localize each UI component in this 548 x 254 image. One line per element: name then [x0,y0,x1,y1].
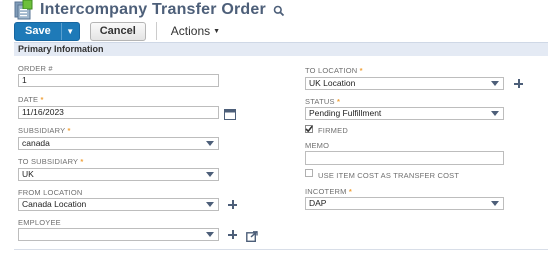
transfer-order-icon [14,0,34,20]
chevron-down-icon [206,141,214,146]
from-location-label: FROM LOCATION [18,188,83,197]
order-number-input[interactable]: 1 [18,74,219,87]
subsidiary-select[interactable]: canada [18,137,219,150]
add-to-location-icon[interactable] [514,79,523,88]
subsidiary-label: SUBSIDIARY * [18,126,71,135]
chevron-down-icon [491,81,499,86]
actions-label: Actions [170,24,211,38]
to-location-value: UK Location [309,78,356,88]
section-title: Primary Information [18,44,104,54]
incoterm-select[interactable]: DAP [305,197,504,210]
caret-down-icon: ▼ [213,27,221,35]
cancel-button[interactable]: Cancel [89,21,146,41]
chevron-down-icon [491,111,499,116]
to-subsidiary-label: TO SUBSIDIARY * [18,157,84,166]
save-options-dropdown-icon[interactable]: ▼ [60,22,79,40]
to-subsidiary-select[interactable]: UK [18,168,219,181]
status-value: Pending Fulfillment [309,108,382,118]
chevron-down-icon [491,201,499,206]
status-label: STATUS * [305,97,341,106]
firmed-checkbox[interactable] [305,125,313,133]
to-location-select[interactable]: UK Location [305,77,504,90]
page-header: Intercompany Transfer Order [14,0,285,20]
actions-menu-button[interactable]: Actions ▼ [171,22,220,41]
toolbar-divider [155,22,157,40]
toolbar: Save ▼ Cancel Actions ▼ [14,21,220,41]
save-button[interactable]: Save [15,23,61,40]
use-item-cost-label: USE ITEM COST AS TRANSFER COST [318,171,460,180]
search-icon[interactable] [273,4,285,17]
date-label: DATE * [18,95,44,104]
save-button-group: Save ▼ [14,21,80,41]
chevron-down-icon [206,172,214,177]
section-bottom-divider [14,249,548,250]
checkmark-icon [305,125,313,133]
section-header-primary-information[interactable]: Primary Information [14,42,548,56]
to-subsidiary-value: UK [22,169,34,179]
status-select[interactable]: Pending Fulfillment [305,107,504,120]
incoterm-label: INCOTERM * [305,187,353,196]
add-employee-icon[interactable] [228,230,237,239]
chevron-down-icon [206,232,214,237]
memo-label: MEMO [305,141,330,150]
memo-textarea[interactable] [305,151,504,165]
open-external-icon[interactable] [246,229,258,242]
subsidiary-value: canada [22,138,50,148]
from-location-value: Canada Location [22,199,87,209]
page-title: Intercompany Transfer Order [40,1,266,18]
order-number-label: ORDER # [18,64,53,73]
date-input[interactable]: 11/16/2023 [18,106,219,119]
from-location-select[interactable]: Canada Location [18,198,219,211]
firmed-label: FIRMED [318,126,348,135]
employee-select[interactable] [18,228,219,241]
to-location-label: TO LOCATION * [305,66,363,75]
use-item-cost-checkbox[interactable] [305,169,313,177]
employee-label: EMPLOYEE [18,218,61,227]
calendar-icon[interactable] [224,107,236,120]
incoterm-value: DAP [309,198,327,208]
chevron-down-icon [206,202,214,207]
add-from-location-icon[interactable] [228,200,237,209]
